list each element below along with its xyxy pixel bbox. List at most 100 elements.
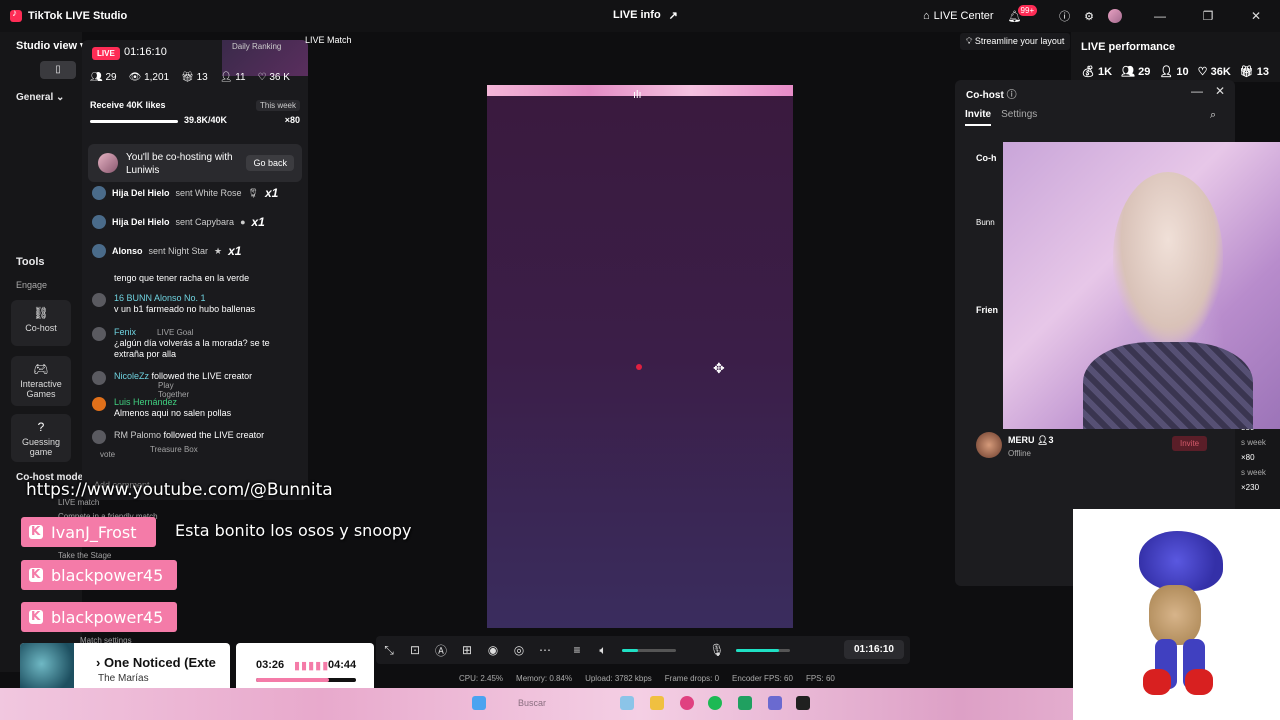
gift-message: Alonso sent Night Star ★ x1 <box>92 244 241 258</box>
help-button[interactable]: ⓘ <box>1059 8 1070 24</box>
studio-view-dropdown[interactable]: Studio view ▾ <box>16 39 86 52</box>
viewers-stat: 👥︎ 29 <box>90 72 117 83</box>
gift-message: Hija Del Hielo sent Capybara ● x1 <box>92 215 265 229</box>
views-stat: 👁︎ 1,201 <box>128 72 170 83</box>
kick-username-tag: blackpower45 <box>21 602 177 632</box>
mixer-icon[interactable]: ≡ <box>564 643 590 657</box>
close-button[interactable]: ✕ <box>1232 9 1280 23</box>
app-title: TikTok LIVE Studio <box>10 8 127 22</box>
taskbar-search[interactable]: Buscar <box>518 698 546 708</box>
kick-logo-icon <box>29 524 43 539</box>
spotify-icon[interactable] <box>708 696 722 710</box>
live-timer: 01:16:10 <box>124 46 167 58</box>
take-stage-label: Take the Stage <box>58 551 112 560</box>
rose-gift-icon: 🌹︎ <box>247 187 259 198</box>
maximize-button[interactable]: ❐ <box>1184 9 1232 23</box>
link-icon: ⛓ <box>33 306 49 320</box>
bottom-toolbar: ⤡ ⊡ Ⓐ ⊞ ◉ ◎ ⋯ ≡ 🔈︎ 🎙︎ 01:16:10 <box>376 636 910 664</box>
speaker-icon[interactable]: 🔈︎ <box>590 643 616 658</box>
magic-wand-icon[interactable]: ⤡ <box>376 643 402 658</box>
notifications-button[interactable]: 🔔︎ 99+ <box>1008 4 1046 23</box>
folder-icon[interactable] <box>650 696 664 710</box>
webcam-shirt <box>1083 342 1253 429</box>
interactive-games-tool[interactable]: 🎮︎ Interactive Games <box>11 356 71 406</box>
kick-logo-icon <box>29 609 43 624</box>
friend-row: MERU 👤︎3 Offline Invite <box>976 432 1226 462</box>
stream-preview[interactable]: ılı <box>487 85 793 628</box>
likes-goal: Receive 40K likes This week 39.8K/40K ×8… <box>90 100 300 125</box>
youtube-url-overlay: https://www.youtube.com/@Bunnita <box>26 480 333 500</box>
add-source-icon[interactable]: ⊞ <box>454 643 480 657</box>
minimize-button[interactable]: — <box>1136 9 1184 23</box>
avatar <box>92 186 106 200</box>
likes-stat: ♡ 36 K <box>257 72 290 83</box>
tab-settings[interactable]: Settings <box>1001 109 1037 126</box>
profile-avatar[interactable] <box>1108 9 1122 23</box>
status-bar: CPU: 2.45% Memory: 0.84% Upload: 3782 kb… <box>459 674 835 683</box>
avatar <box>92 430 106 444</box>
record-icon[interactable]: ◉ <box>480 643 506 657</box>
volume-slider[interactable] <box>622 648 676 652</box>
live-match-label[interactable]: LIVE Match <box>305 35 352 45</box>
poll-vote-label: vote <box>100 450 116 459</box>
cohost-window-title: Co-host ⓘ <box>966 90 1017 101</box>
live-center-button[interactable]: ⌂ LIVE Center <box>923 10 994 22</box>
camera-icon[interactable]: ◎ <box>506 643 532 657</box>
close-button[interactable]: ✕ <box>1215 84 1225 98</box>
song-title: › One Noticed (Exte <box>96 655 216 670</box>
kick-username-tag: blackpower45 <box>21 560 177 590</box>
followers-stat: 👤︎ 11 <box>219 72 246 83</box>
scene-general-dropdown[interactable]: General ⌄ <box>16 92 64 103</box>
tiktok-logo-icon <box>10 8 22 22</box>
windows-start-icon[interactable] <box>472 696 486 710</box>
title-bar: TikTok LIVE Studio LIVE info ↗ ⌂ LIVE Ce… <box>0 0 1280 32</box>
portrait-view-toggle[interactable]: ▯ <box>40 61 76 79</box>
app-icon[interactable] <box>738 696 752 710</box>
streamline-layout-tip[interactable]: 💡︎ Streamline your layout <box>960 33 1071 50</box>
move-cursor-icon: ✥ <box>713 360 725 376</box>
avatar <box>976 432 1002 458</box>
mic-slider[interactable] <box>736 648 790 652</box>
search-icon[interactable]: ⌕ <box>1210 109 1216 122</box>
layout-icon[interactable]: ⊡ <box>402 643 428 657</box>
live-stats: 👥︎ 29 👁︎ 1,201 🎁︎ 13 👤︎ 11 ♡ 36 K <box>90 72 290 83</box>
live-info-button[interactable]: LIVE info ↗ <box>613 9 678 22</box>
coins-stat: 💰︎ 1K <box>1081 66 1113 78</box>
ai-effects-icon[interactable]: Ⓐ <box>428 642 454 659</box>
live-goal-label: LIVE Goal <box>157 328 194 337</box>
cohost-tool[interactable]: ⛓ Co-host <box>11 300 71 346</box>
guessing-game-tool[interactable]: ? Guessing game <box>11 414 71 462</box>
suggested-user[interactable]: Bunn <box>976 218 995 227</box>
opera-icon[interactable] <box>680 696 694 710</box>
chat-message: RM Palomo followed the LIVE creator <box>92 430 297 444</box>
help-icon: ⓘ <box>1059 11 1071 23</box>
tiktok-taskbar-icon[interactable] <box>796 696 810 710</box>
sonic-head <box>1139 531 1223 591</box>
notification-badge: 99+ <box>1017 4 1038 16</box>
live-badge: LIVE <box>92 47 120 60</box>
cohost-section-label: Co-h <box>976 153 997 163</box>
invite-button[interactable]: Invite <box>1172 436 1208 451</box>
phone-icon: ▯ <box>55 64 61 75</box>
tab-invite[interactable]: Invite <box>965 109 992 126</box>
minimize-button[interactable]: — <box>1191 84 1203 98</box>
app-icon[interactable] <box>768 696 782 710</box>
avatar <box>92 371 106 385</box>
app-icon[interactable] <box>620 696 634 710</box>
avatar <box>92 215 106 229</box>
sonic-shoe <box>1185 669 1213 695</box>
equalizer-icon: ▮▮▮▮▮ <box>294 660 330 672</box>
play-together-label: Play Together <box>158 381 190 399</box>
gift-message: Hija Del Hielo sent White Rose 🌹︎ x1 <box>92 186 278 200</box>
daily-ranking[interactable]: Daily Ranking <box>222 40 308 76</box>
avatar <box>92 397 106 411</box>
info-icon: ⓘ <box>1006 90 1017 101</box>
more-icon[interactable]: ⋯ <box>532 643 558 657</box>
home-icon: ⌂ <box>923 10 930 22</box>
microphone-icon[interactable]: 🎙︎ <box>704 643 730 657</box>
gear-icon: ⚙ <box>1084 10 1094 23</box>
audio-bars-icon: ılı <box>633 89 642 101</box>
go-back-button[interactable]: Go back <box>246 155 294 171</box>
followers-stat: 👤︎ 10 <box>1159 66 1189 78</box>
settings-button[interactable]: ⚙ <box>1084 10 1094 23</box>
